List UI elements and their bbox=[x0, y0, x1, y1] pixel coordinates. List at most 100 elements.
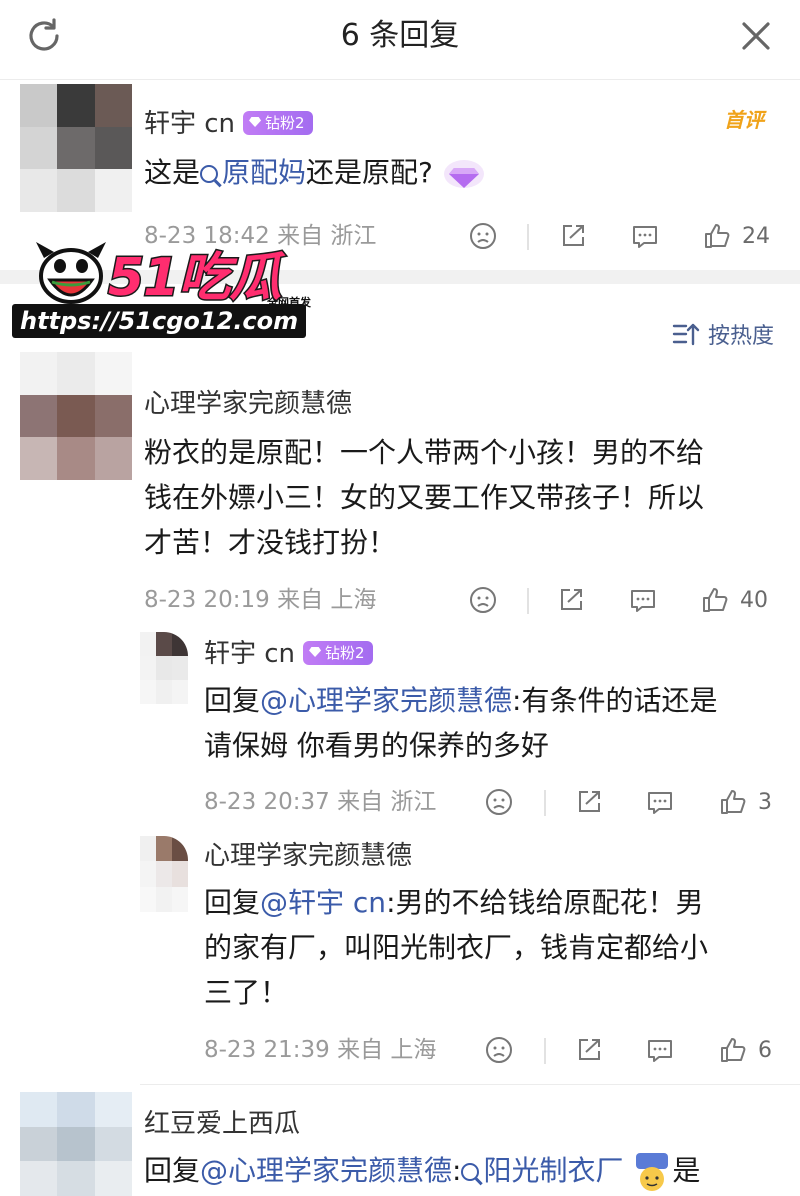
comment-button[interactable] bbox=[630, 220, 660, 252]
diamond-icon bbox=[309, 647, 322, 657]
sad-face-icon bbox=[470, 223, 496, 249]
share-button[interactable] bbox=[574, 786, 604, 818]
comment-text: 回复@轩宇 cn:男的不给钱给原配花！男 的家有厂，叫阳光制衣厂，钱肯定都给小 … bbox=[204, 880, 708, 1015]
badge-label: 钻粉2 bbox=[325, 643, 365, 662]
search-link[interactable]: 原配妈 bbox=[200, 156, 306, 189]
text-line: 请保姆 你看男的保养的多好 bbox=[204, 729, 549, 762]
share-icon bbox=[579, 1039, 600, 1060]
comment-text: 这是 原配妈还是原配? bbox=[144, 150, 486, 195]
fan-badge: 钻粉2 bbox=[303, 640, 373, 665]
sticker-emoji-icon bbox=[636, 1153, 669, 1191]
reply-prefix: 回复 bbox=[204, 684, 261, 717]
diamond-emoji-icon bbox=[443, 160, 484, 188]
share-button[interactable] bbox=[574, 1034, 604, 1066]
divider bbox=[544, 790, 546, 816]
diamond-icon bbox=[249, 117, 262, 127]
fan-badge: 钻粉2 bbox=[243, 110, 313, 135]
header-bar: 6 条回复 bbox=[0, 0, 800, 80]
text-prefix: 这是 bbox=[144, 156, 201, 189]
comment-button[interactable] bbox=[628, 584, 658, 616]
search-link-label[interactable]: 原配妈 bbox=[222, 156, 306, 189]
watermark: 51吃瓜 全网首发 https://51cgo12.com bbox=[12, 228, 318, 338]
close-icon[interactable] bbox=[734, 14, 778, 58]
username[interactable]: 心理学家完颜慧德 bbox=[144, 386, 352, 422]
reply-prefix: 回复 bbox=[204, 886, 261, 919]
mention-link[interactable]: @心理学家完颜慧德 bbox=[260, 684, 512, 717]
comment-button[interactable] bbox=[645, 786, 675, 818]
divider bbox=[140, 1084, 800, 1085]
avatar[interactable] bbox=[140, 836, 188, 912]
comment-meta: 8-23 21:39 来自 上海 bbox=[204, 1037, 437, 1063]
comment-icon bbox=[648, 1040, 672, 1062]
sad-face-icon bbox=[486, 1037, 512, 1063]
username[interactable]: 红豆爱上西瓜 bbox=[144, 1106, 300, 1142]
watermark-url: https://51cgo12.com bbox=[12, 304, 307, 338]
comment-icon bbox=[648, 792, 672, 814]
text-line: 钱在外嫖小三！女的又要工作又带孩子！所以 bbox=[144, 481, 705, 514]
text-segment: :有条件的话还是 bbox=[512, 684, 718, 717]
thumbs-up-icon bbox=[705, 224, 730, 248]
comment-button[interactable] bbox=[645, 1034, 675, 1066]
divider bbox=[527, 224, 529, 250]
search-link-label[interactable]: 阳光制衣厂 bbox=[483, 1154, 623, 1187]
share-icon bbox=[561, 589, 582, 610]
username-text[interactable]: 轩宇 cn bbox=[204, 639, 295, 669]
text-suffix: 还是原配? bbox=[306, 156, 433, 189]
username[interactable]: 轩宇 cn 钻粉2 bbox=[144, 106, 313, 142]
like-button[interactable]: 3 bbox=[718, 786, 772, 818]
like-count: 40 bbox=[740, 587, 768, 613]
share-icon bbox=[563, 225, 584, 246]
search-icon bbox=[461, 1163, 480, 1181]
like-button[interactable]: 24 bbox=[702, 220, 770, 252]
like-button[interactable]: 6 bbox=[718, 1034, 772, 1066]
text-suffix: 是 bbox=[672, 1154, 701, 1187]
share-button[interactable] bbox=[558, 220, 588, 252]
sad-face-icon bbox=[486, 789, 512, 815]
sort-icon bbox=[672, 323, 700, 346]
dislike-button[interactable] bbox=[468, 584, 498, 616]
sad-face-icon bbox=[470, 587, 496, 613]
cow-mascot-icon bbox=[36, 242, 106, 304]
username-text[interactable]: 轩宇 cn bbox=[144, 109, 235, 139]
search-icon bbox=[200, 165, 219, 183]
thumbs-up-icon bbox=[721, 790, 746, 814]
dislike-button[interactable] bbox=[484, 1034, 514, 1066]
avatar[interactable] bbox=[20, 352, 132, 480]
sort-label[interactable]: 按热度 bbox=[708, 318, 774, 350]
search-link[interactable]: 阳光制衣厂 bbox=[461, 1154, 623, 1187]
divider bbox=[527, 588, 529, 614]
first-comment-tag: 首评 bbox=[724, 108, 764, 132]
text-line: 三了！ bbox=[204, 976, 289, 1009]
comment-text: 回复@心理学家完颜慧德: 阳光制衣厂 是 bbox=[144, 1148, 700, 1193]
like-count: 6 bbox=[758, 1037, 772, 1063]
username[interactable]: 轩宇 cn 钻粉2 bbox=[204, 636, 373, 672]
reply-prefix: 回复 bbox=[144, 1154, 201, 1187]
mention-link[interactable]: @轩宇 cn bbox=[260, 886, 386, 919]
comment-meta: 8-23 20:37 来自 浙江 bbox=[204, 789, 437, 815]
thumbs-up-icon bbox=[703, 588, 728, 612]
username[interactable]: 心理学家完颜慧德 bbox=[204, 838, 412, 874]
avatar[interactable] bbox=[20, 84, 132, 212]
comment-text: 回复@心理学家完颜慧德:有条件的话还是 请保姆 你看男的保养的多好 bbox=[204, 678, 717, 768]
share-icon bbox=[579, 791, 600, 812]
avatar[interactable] bbox=[20, 1092, 132, 1196]
text-line: 的家有厂，叫阳光制衣厂，钱肯定都给小 bbox=[204, 931, 709, 964]
comment-meta: 8-23 20:19 来自 上海 bbox=[144, 587, 377, 613]
watermark-brand: 51吃瓜 bbox=[106, 247, 282, 310]
like-button[interactable]: 40 bbox=[700, 584, 768, 616]
dislike-button[interactable] bbox=[484, 786, 514, 818]
avatar[interactable] bbox=[140, 632, 188, 704]
comment-icon bbox=[631, 590, 655, 612]
badge-label: 钻粉2 bbox=[265, 113, 305, 132]
share-button[interactable] bbox=[556, 584, 586, 616]
sort-toggle[interactable]: 按热度 bbox=[672, 318, 774, 350]
comment-icon bbox=[633, 226, 657, 248]
comment-text: 粉衣的是原配！一个人带两个小孩！男的不给 钱在外嫖小三！女的又要工作又带孩子！所… bbox=[144, 430, 704, 565]
dislike-button[interactable] bbox=[468, 220, 498, 252]
like-count: 3 bbox=[758, 789, 772, 815]
divider bbox=[544, 1038, 546, 1064]
like-count: 24 bbox=[742, 223, 770, 249]
text-segment: :男的不给钱给原配花！男 bbox=[386, 886, 704, 919]
mention-link[interactable]: @心理学家完颜慧德 bbox=[200, 1154, 452, 1187]
text-line: 粉衣的是原配！一个人带两个小孩！男的不给 bbox=[144, 436, 705, 469]
